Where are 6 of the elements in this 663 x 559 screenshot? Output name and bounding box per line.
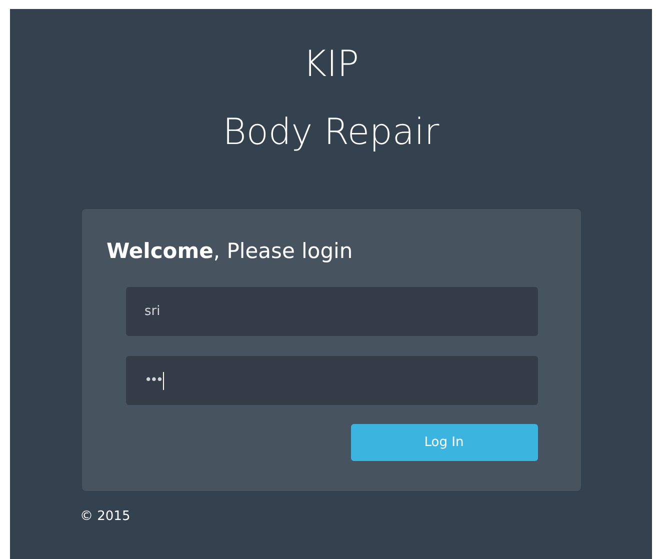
username-field[interactable]: sri [126,287,538,336]
app-title: Body Repair [222,111,440,155]
copyright-text: © 2015 [80,509,130,524]
app-title: KIP [303,43,359,87]
welcome-heading: Welcome, Please login [106,239,354,263]
password-field[interactable]: ••• [126,356,538,405]
